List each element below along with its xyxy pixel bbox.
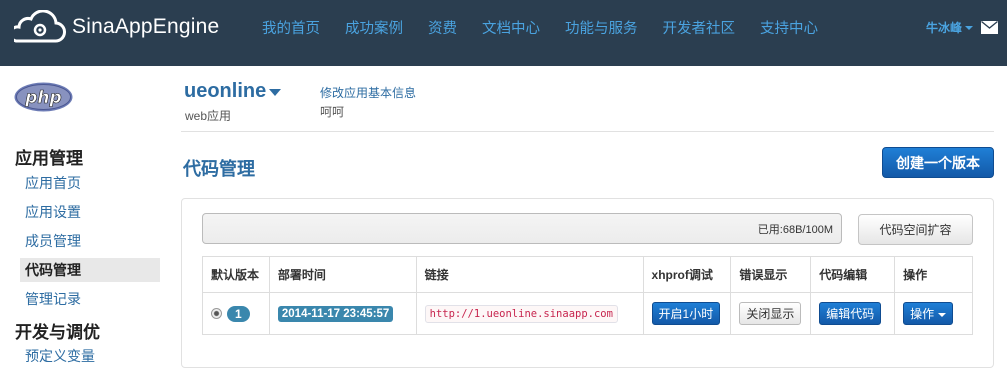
xhprof-cell: 开启1小时 <box>642 292 732 335</box>
top-subbar <box>0 54 1007 66</box>
nav-cases[interactable]: 成功案例 <box>345 17 403 38</box>
version-badge: 1 <box>227 305 250 322</box>
sidebar-section-title: 应用管理 <box>15 149 83 168</box>
main-nav: 我的首页 成功案例 资费 文档中心 功能与服务 开发者社区 支持中心 <box>262 17 843 38</box>
col-deploy-time: 部署时间 <box>268 256 417 293</box>
disable-errors-button[interactable]: 关闭显示 <box>739 302 802 325</box>
deploy-time-badge: 2014-11-17 23:45:57 <box>277 305 394 322</box>
sidebar-section-title: 开发与调优 <box>15 323 100 342</box>
link-cell: http://1.ueonline.sinaapp.com <box>415 292 644 335</box>
php-logo: php <box>14 82 73 112</box>
logo[interactable]: SinaAppEngine <box>14 8 219 46</box>
create-version-button[interactable]: 创建一个版本 <box>882 147 994 178</box>
chevron-down-icon <box>269 89 282 96</box>
error-display-cell: 关闭显示 <box>730 292 812 335</box>
col-code-edit: 代码编辑 <box>810 256 896 293</box>
top-navbar: SinaAppEngine 我的首页 成功案例 资费 文档中心 功能与服务 开发… <box>0 0 1007 54</box>
divider <box>181 131 994 132</box>
expand-storage-button[interactable]: 代码空间扩容 <box>858 214 973 245</box>
default-version-radio[interactable] <box>211 308 222 319</box>
sidebar-item-predefined-vars[interactable]: 预定义变量 <box>20 344 160 368</box>
actions-cell: 操作 <box>894 292 973 335</box>
page-title: 代码管理 <box>183 159 255 179</box>
col-default-version: 默认版本 <box>202 256 270 293</box>
app-switcher[interactable]: ueonline <box>184 80 282 103</box>
logo-text: SinaAppEngine <box>72 15 220 38</box>
nav-home[interactable]: 我的首页 <box>262 17 320 38</box>
col-error-display: 错误显示 <box>730 256 812 293</box>
actions-label: 操作 <box>910 307 935 321</box>
nav-community[interactable]: 开发者社区 <box>663 17 736 38</box>
col-actions: 操作 <box>894 256 973 293</box>
col-xhprof: xhprof调试 <box>642 256 732 293</box>
app-type: web应用 <box>185 109 232 123</box>
deploy-time-cell: 2014-11-17 23:45:57 <box>268 292 417 335</box>
edit-app-info-link[interactable]: 修改应用基本信息 <box>320 84 416 101</box>
user-name: 牛冰峰 <box>926 21 963 35</box>
sidebar-item-app-settings[interactable]: 应用设置 <box>20 200 160 224</box>
app-description: 呵呵 <box>320 105 345 119</box>
enable-xhprof-button[interactable]: 开启1小时 <box>651 302 721 325</box>
versions-table: 默认版本 部署时间 链接 xhprof调试 错误显示 代码编辑 操作 1 201… <box>202 256 973 335</box>
svg-text:php: php <box>24 88 61 108</box>
code-edit-cell: 编辑代码 <box>810 292 896 335</box>
col-link: 链接 <box>415 256 644 293</box>
mail-icon[interactable] <box>981 21 998 34</box>
default-version-cell: 1 <box>202 292 270 335</box>
app-name: ueonline <box>184 80 267 102</box>
nav-support[interactable]: 支持中心 <box>760 17 818 38</box>
table-row: 1 2014-11-17 23:45:57 http://1.ueonline.… <box>202 292 973 335</box>
storage-usage-text: 已用:68B/100M <box>757 223 833 236</box>
nav-docs[interactable]: 文档中心 <box>482 17 540 38</box>
table-header-row: 默认版本 部署时间 链接 xhprof调试 错误显示 代码编辑 操作 <box>202 256 973 293</box>
storage-usage-bar: 已用:68B/100M <box>202 213 842 244</box>
sidebar-item-members[interactable]: 成员管理 <box>20 229 160 253</box>
cloud-icon <box>14 10 66 43</box>
sidebar-item-code[interactable]: 代码管理 <box>20 258 160 282</box>
nav-pricing[interactable]: 资费 <box>428 17 457 38</box>
app-url[interactable]: http://1.ueonline.sinaapp.com <box>424 304 618 323</box>
sidebar-item-logs[interactable]: 管理记录 <box>20 287 160 311</box>
sidebar-item-app-home[interactable]: 应用首页 <box>20 171 160 195</box>
chevron-down-icon <box>965 25 974 30</box>
edit-code-button[interactable]: 编辑代码 <box>819 302 882 325</box>
actions-dropdown-button[interactable]: 操作 <box>903 302 954 325</box>
user-menu[interactable]: 牛冰峰 <box>926 19 974 36</box>
chevron-down-icon <box>938 312 947 317</box>
nav-services[interactable]: 功能与服务 <box>565 17 638 38</box>
